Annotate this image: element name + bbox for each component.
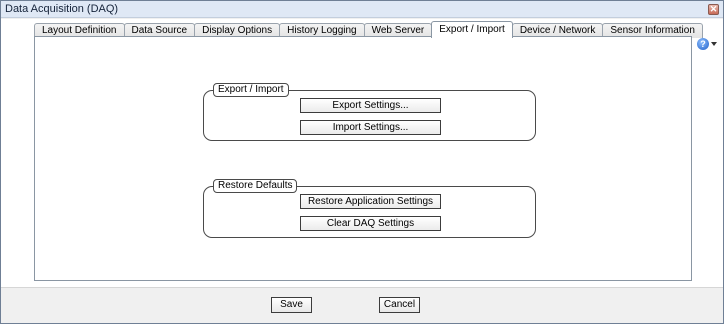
restore-defaults-group: Restore Defaults Restore Application Set… bbox=[203, 179, 536, 238]
client-area: ? Layout Definition Data Source Display … bbox=[1, 19, 723, 287]
chevron-down-icon bbox=[711, 42, 717, 46]
export-import-group-title: Export / Import bbox=[213, 83, 289, 97]
restore-application-settings-button[interactable]: Restore Application Settings bbox=[300, 194, 441, 209]
title-bar: Data Acquisition (DAQ) ✕ bbox=[1, 1, 723, 18]
cancel-button[interactable]: Cancel bbox=[379, 297, 420, 313]
close-icon[interactable]: ✕ bbox=[708, 4, 719, 15]
save-button[interactable]: Save bbox=[271, 297, 312, 313]
help-icon: ? bbox=[697, 38, 709, 50]
daq-window: Data Acquisition (DAQ) ✕ ? Layout Defini… bbox=[0, 0, 724, 324]
import-settings-button[interactable]: Import Settings... bbox=[300, 120, 441, 135]
restore-defaults-group-title: Restore Defaults bbox=[213, 179, 298, 193]
help-button[interactable]: ? bbox=[697, 38, 717, 50]
tab-export-import[interactable]: Export / Import bbox=[431, 21, 513, 38]
tab-panel-export-import: Export / Import Export Settings... Impor… bbox=[34, 36, 692, 281]
tab-strip: Layout Definition Data Source Display Op… bbox=[34, 21, 703, 38]
dialog-footer: Save Cancel bbox=[1, 287, 723, 323]
window-title: Data Acquisition (DAQ) bbox=[5, 3, 119, 15]
clear-daq-settings-button[interactable]: Clear DAQ Settings bbox=[300, 216, 441, 231]
export-settings-button[interactable]: Export Settings... bbox=[300, 98, 441, 113]
export-import-group: Export / Import Export Settings... Impor… bbox=[203, 83, 536, 141]
